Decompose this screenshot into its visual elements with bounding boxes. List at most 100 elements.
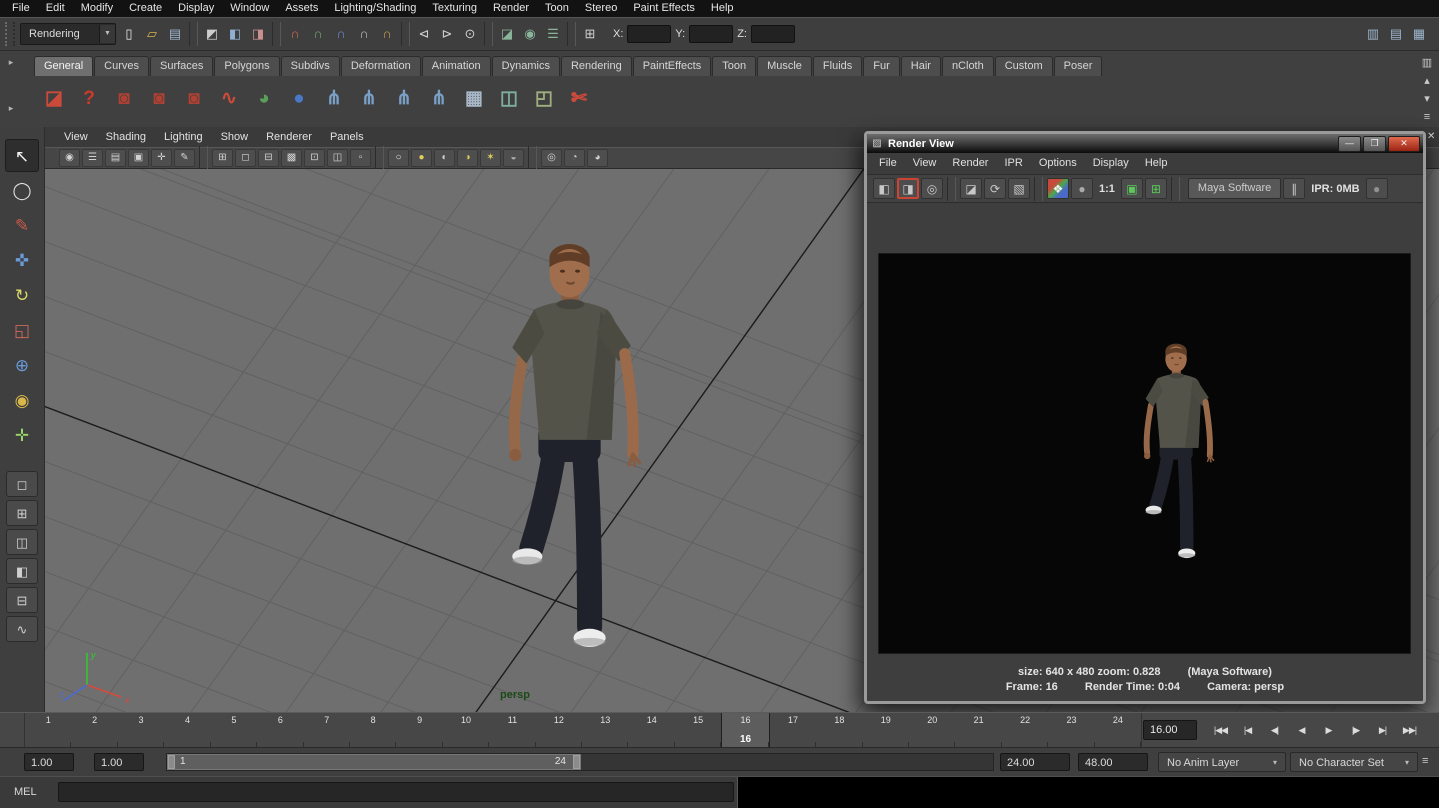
select-tool[interactable]: ↖: [5, 139, 39, 172]
shelf-tab-fur[interactable]: Fur: [863, 56, 900, 76]
panel-menu-panels[interactable]: Panels: [321, 127, 373, 147]
timeline-frame-22[interactable]: 22: [1002, 713, 1048, 748]
shelf-tab-dynamics[interactable]: Dynamics: [492, 56, 560, 76]
ipr-render-icon[interactable]: ◉: [519, 23, 541, 45]
timeline-frame-2[interactable]: 2: [71, 713, 117, 748]
menu-item-window[interactable]: Window: [222, 0, 277, 17]
make-live-icon[interactable]: ∩: [376, 23, 398, 45]
range-end-handle[interactable]: [573, 755, 580, 769]
safe-action-icon[interactable]: ◫: [327, 149, 348, 167]
render-view-menu-options[interactable]: Options: [1031, 153, 1085, 174]
lights-icon[interactable]: ✶: [480, 149, 501, 167]
clapperboard-icon[interactable]: ◪: [38, 83, 70, 115]
sphere-green-icon[interactable]: ◕: [248, 83, 280, 115]
layout-two-pane-button[interactable]: ◫: [6, 529, 38, 555]
shelf-tab-muscle[interactable]: Muscle: [757, 56, 812, 76]
snap-to-point-icon[interactable]: ∩: [330, 23, 352, 45]
pan-zoom-icon[interactable]: ✛: [151, 149, 172, 167]
image-plane-icon[interactable]: ▣: [128, 149, 149, 167]
shelf-tab-subdivs[interactable]: Subdivs: [281, 56, 340, 76]
shelf-tab-deformation[interactable]: Deformation: [341, 56, 421, 76]
shelf-tab-painteffects[interactable]: PaintEffects: [633, 56, 712, 76]
curve-swirl-icon[interactable]: ∿: [213, 83, 245, 115]
alpha-channel-icon[interactable]: ●: [1071, 178, 1093, 199]
go-to-start-button[interactable]: |◀◀: [1208, 719, 1233, 741]
panel-menu-renderer[interactable]: Renderer: [257, 127, 321, 147]
render-view-titlebar[interactable]: ▨ Render View —❐✕: [867, 134, 1423, 153]
rotate-tool[interactable]: ↻: [5, 279, 39, 312]
grease-pencil-icon[interactable]: ✎: [174, 149, 195, 167]
grid-icon[interactable]: ⊞: [212, 149, 233, 167]
shelf-tab-rendering[interactable]: Rendering: [561, 56, 632, 76]
node-network-icon-2[interactable]: ⋔: [353, 83, 385, 115]
timeline-frame-23[interactable]: 23: [1048, 713, 1094, 748]
select-hierarchy-icon[interactable]: ◩: [201, 23, 223, 45]
move-tool[interactable]: ✜: [5, 244, 39, 277]
menu-item-file[interactable]: File: [4, 0, 38, 17]
group-divider[interactable]: [272, 22, 281, 46]
ipr-status-icon[interactable]: ●: [1366, 178, 1388, 199]
smooth-shade-icon[interactable]: ●: [411, 149, 432, 167]
renderer-select[interactable]: Maya Software: [1188, 178, 1281, 199]
scale-tool[interactable]: ◱: [5, 314, 39, 347]
safe-title-icon[interactable]: ▫: [350, 149, 371, 167]
menu-item-modify[interactable]: Modify: [73, 0, 121, 17]
close-button[interactable]: ✕: [1388, 136, 1420, 152]
menu-item-help[interactable]: Help: [703, 0, 742, 17]
redo-previous-render-icon[interactable]: ◧: [873, 178, 895, 199]
status-line-grip[interactable]: [5, 22, 15, 46]
timeline-frame-18[interactable]: 18: [816, 713, 862, 748]
range-options-icon[interactable]: ≡: [1422, 755, 1428, 767]
menu-item-lighting-shading[interactable]: Lighting/Shading: [326, 0, 424, 17]
render-settings-icon[interactable]: ☰: [542, 23, 564, 45]
node-network-icon-4[interactable]: ⋔: [423, 83, 455, 115]
new-scene-icon[interactable]: ▯: [118, 23, 140, 45]
animation-start-field[interactable]: 1.00: [24, 753, 74, 771]
snapshot-icon[interactable]: ◎: [921, 178, 943, 199]
shelf-tab-surfaces[interactable]: Surfaces: [150, 56, 213, 76]
character-set-selector[interactable]: ▾ No Character Set: [1290, 752, 1418, 772]
timeline-frame-6[interactable]: 6: [257, 713, 303, 748]
render-view-menu-view[interactable]: View: [905, 153, 945, 174]
layout-hypergraph-button[interactable]: ⊟: [6, 587, 38, 613]
group-divider[interactable]: [375, 146, 384, 170]
chevron-down-icon[interactable]: ▼: [99, 25, 115, 43]
node-network-icon-1[interactable]: ⋔: [318, 83, 350, 115]
select-camera-icon[interactable]: ◉: [59, 149, 80, 167]
shelf-collapse-icon[interactable]: ▸: [4, 57, 18, 68]
film-gate-icon[interactable]: ◻: [235, 149, 256, 167]
panel-menu-view[interactable]: View: [55, 127, 97, 147]
wireframe-icon[interactable]: ○: [388, 149, 409, 167]
rendered-image[interactable]: [878, 253, 1411, 654]
group-divider[interactable]: [947, 177, 956, 201]
universal-manipulator-tool[interactable]: ⊕: [5, 349, 39, 382]
camera-aim-up-icon[interactable]: ◙: [178, 83, 210, 115]
selection-mask-icon[interactable]: ⊞: [579, 23, 601, 45]
playback-end-field[interactable]: 24.00: [1000, 753, 1070, 771]
sphere-blue-icon[interactable]: ●: [283, 83, 315, 115]
z-input[interactable]: [751, 25, 795, 43]
menu-item-display[interactable]: Display: [170, 0, 222, 17]
resolution-gate-icon[interactable]: ⊟: [258, 149, 279, 167]
panel-close-icon[interactable]: ✕: [1427, 131, 1435, 142]
input-connections-icon[interactable]: ⊲: [413, 23, 435, 45]
play-backwards-button[interactable]: ◀: [1289, 719, 1314, 741]
output-connections-icon[interactable]: ⊳: [436, 23, 458, 45]
timeline-frame-8[interactable]: 8: [350, 713, 396, 748]
render-current-frame-icon[interactable]: ◪: [496, 23, 518, 45]
knife-icon[interactable]: ✄: [563, 83, 595, 115]
timeline-frame-5[interactable]: 5: [211, 713, 257, 748]
show-channel-box-icon[interactable]: ▦: [1408, 23, 1430, 45]
snap-to-view-plane-icon[interactable]: ∩: [353, 23, 375, 45]
timeline-frame-9[interactable]: 9: [396, 713, 442, 748]
render-view-menu-file[interactable]: File: [871, 153, 905, 174]
show-tool-settings-icon[interactable]: ▤: [1385, 23, 1407, 45]
help-icon[interactable]: ?: [73, 83, 105, 115]
keep-image-icon[interactable]: ⊞: [1145, 178, 1167, 199]
menu-item-texturing[interactable]: Texturing: [424, 0, 485, 17]
timeline-frame-10[interactable]: 10: [443, 713, 489, 748]
paint-select-tool[interactable]: ✎: [5, 209, 39, 242]
show-attribute-editor-icon[interactable]: ▥: [1362, 23, 1384, 45]
display-real-size-icon[interactable]: ▣: [1121, 178, 1143, 199]
spreadsheet-icon[interactable]: ▦: [458, 83, 490, 115]
